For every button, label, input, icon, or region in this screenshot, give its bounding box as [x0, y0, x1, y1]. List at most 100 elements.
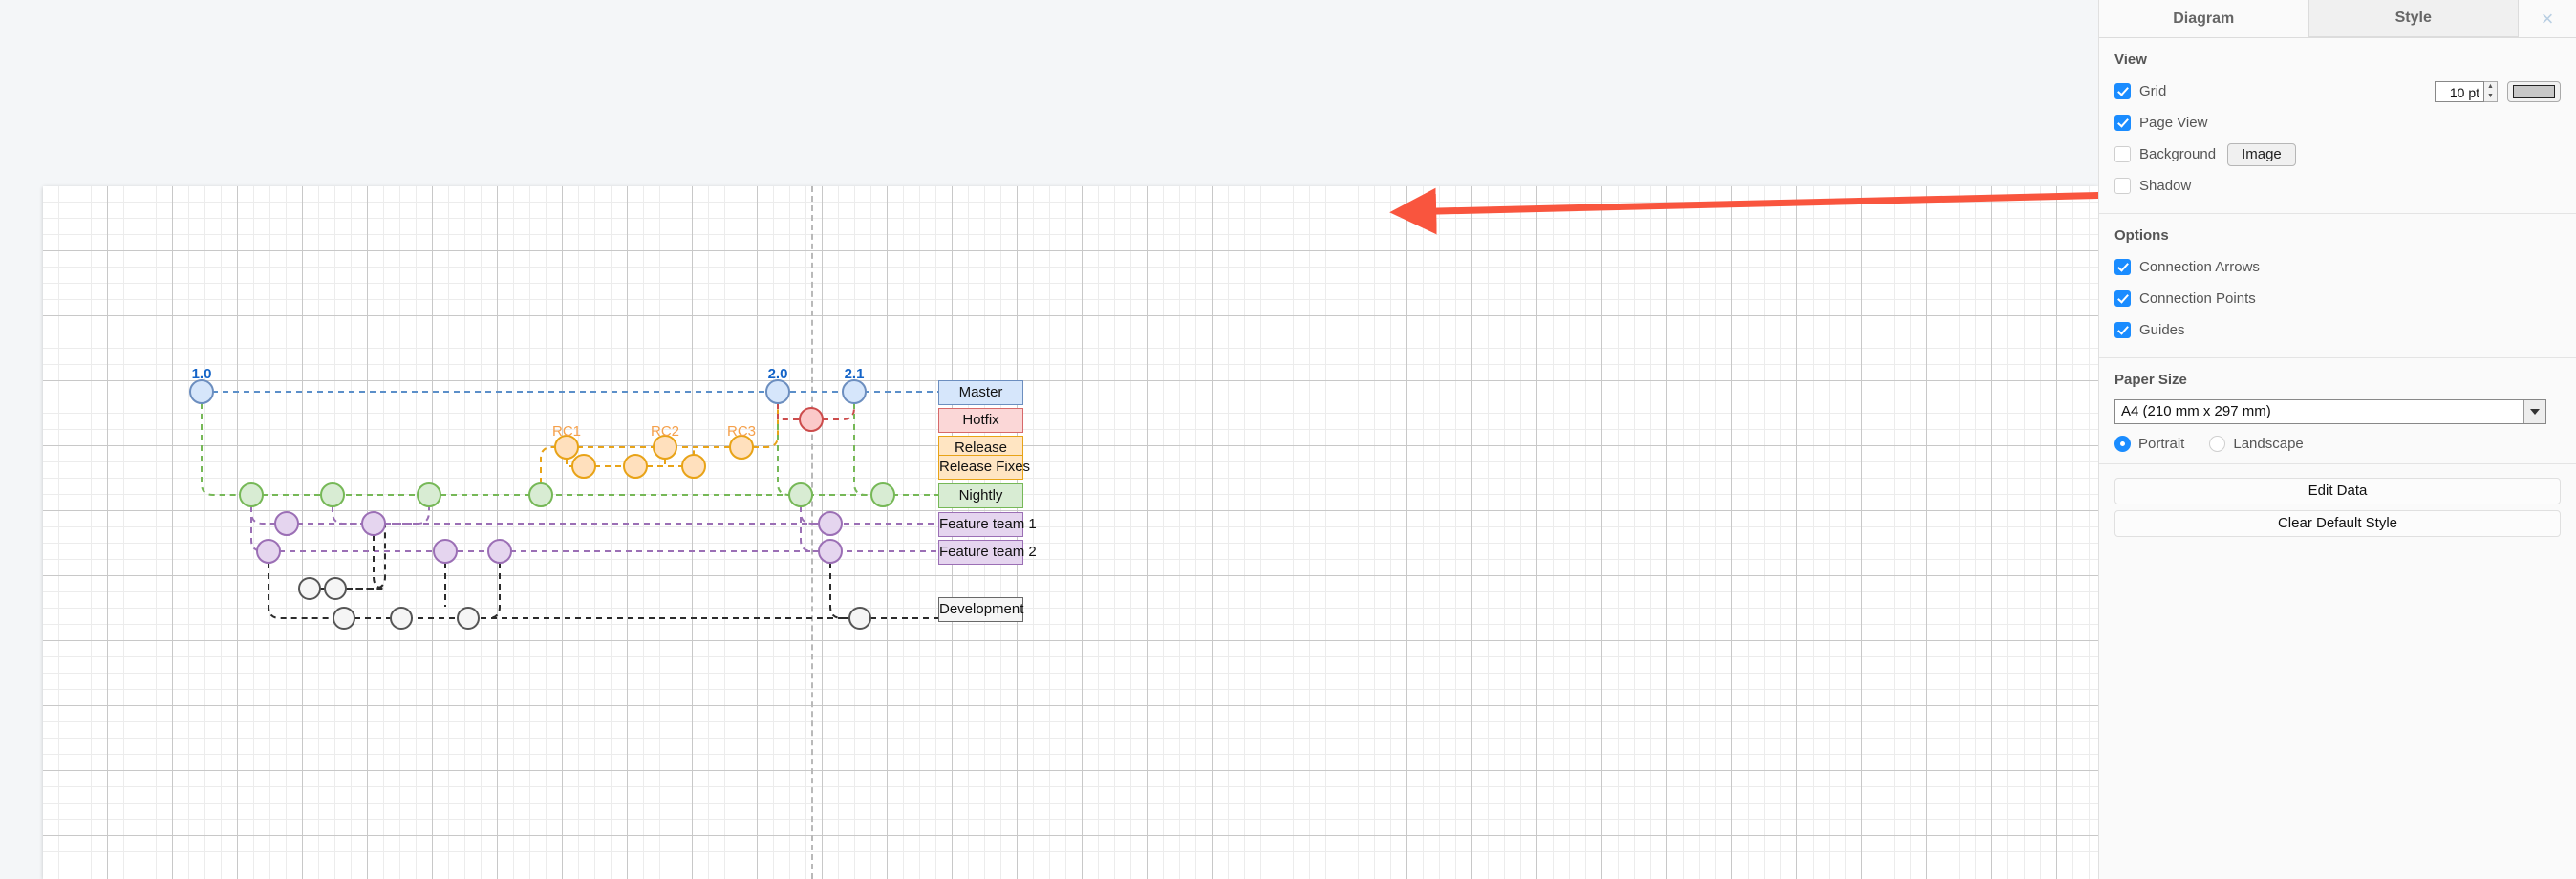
paper-size-select-wrap[interactable]: A4 (210 mm x 297 mm): [2099, 396, 2576, 430]
branch-box-feature-team-2[interactable]: Feature team 2: [938, 540, 1023, 565]
commit-node-release_fixes[interactable]: [572, 455, 595, 478]
commit-node-development2[interactable]: [333, 608, 354, 629]
connection-points-checkbox[interactable]: [2114, 290, 2131, 307]
branch-box-release-fixes[interactable]: Release Fixes: [938, 455, 1023, 480]
edge: [854, 403, 883, 495]
canvas-vertical-scrollbar[interactable]: [2079, 0, 2098, 879]
connection-arrows-row[interactable]: Connection Arrows: [2099, 251, 2576, 283]
paper-size-title: Paper Size: [2099, 358, 2576, 396]
commit-node-nightly[interactable]: [871, 483, 894, 506]
rc-label: RC3: [727, 423, 756, 440]
connection-arrows-label: Connection Arrows: [2139, 259, 2260, 275]
gitflow-diagram: [43, 186, 2098, 879]
background-image-button[interactable]: Image: [2227, 143, 2296, 166]
clear-default-style-button[interactable]: Clear Default Style: [2114, 510, 2561, 537]
commit-node-feature1[interactable]: [275, 512, 298, 535]
background-row[interactable]: Background Image: [2099, 139, 2576, 170]
commit-node-hotfix[interactable]: [800, 408, 823, 431]
tab-diagram[interactable]: Diagram: [2099, 0, 2308, 37]
page-view-checkbox[interactable]: [2114, 115, 2131, 131]
view-section-title: View: [2099, 38, 2576, 75]
panel-actions: Edit Data Clear Default Style: [2099, 464, 2576, 537]
page-view-label: Page View: [2139, 115, 2207, 131]
commit-node-nightly[interactable]: [418, 483, 440, 506]
branch-box-feature-team-1[interactable]: Feature team 1: [938, 512, 1023, 537]
branch-box-nightly[interactable]: Nightly: [938, 483, 1023, 508]
branch-box-development[interactable]: Development: [938, 597, 1023, 622]
guides-label: Guides: [2139, 322, 2185, 338]
paper-size-value: A4 (210 mm x 297 mm): [2121, 403, 2271, 419]
connection-points-label: Connection Points: [2139, 290, 2256, 307]
commit-node-feature1[interactable]: [819, 512, 842, 535]
guides-checkbox[interactable]: [2114, 322, 2131, 338]
grid-color-button[interactable]: [2507, 81, 2561, 102]
paper-size-select[interactable]: A4 (210 mm x 297 mm): [2114, 399, 2546, 424]
grid-size-control[interactable]: 10 pt ▲ ▼: [2435, 81, 2561, 102]
page-sheet[interactable]: 1.02.02.1RC1RC2RC3 MasterHotfixReleaseRe…: [43, 186, 2098, 879]
paper-size-section: Paper Size A4 (210 mm x 297 mm) Portrait…: [2099, 358, 2576, 464]
edit-data-button[interactable]: Edit Data: [2114, 478, 2561, 504]
branch-box-hotfix[interactable]: Hotfix: [938, 408, 1023, 433]
orientation-row[interactable]: Portrait Landscape: [2099, 430, 2576, 463]
background-checkbox[interactable]: [2114, 146, 2131, 162]
edge: [202, 403, 251, 495]
chevron-down-icon[interactable]: [2523, 400, 2545, 423]
panel-tabbar[interactable]: Diagram Style ×: [2099, 0, 2576, 38]
stepper-up-icon[interactable]: ▲: [2484, 82, 2497, 92]
commit-node-release_fixes[interactable]: [624, 455, 647, 478]
diagram-nodes: [190, 380, 894, 629]
commit-node-master[interactable]: [766, 380, 789, 403]
page-view-row[interactable]: Page View: [2099, 107, 2576, 139]
connection-arrows-checkbox[interactable]: [2114, 259, 2131, 275]
background-label: Background: [2139, 146, 2216, 162]
grid-size-stepper[interactable]: ▲ ▼: [2484, 81, 2498, 102]
grid-color-swatch: [2513, 85, 2555, 98]
commit-node-feature2[interactable]: [488, 540, 511, 563]
edge: [778, 403, 800, 419]
branch-box-master[interactable]: Master: [938, 380, 1023, 405]
grid-checkbox[interactable]: [2114, 83, 2131, 99]
options-section: Options Connection Arrows Connection Poi…: [2099, 214, 2576, 358]
connection-points-row[interactable]: Connection Points: [2099, 283, 2576, 314]
shadow-label: Shadow: [2139, 178, 2191, 194]
tab-style-label: Style: [2395, 10, 2432, 27]
commit-node-feature1[interactable]: [362, 512, 385, 535]
diagram-canvas[interactable]: 1.02.02.1RC1RC2RC3 MasterHotfixReleaseRe…: [0, 0, 2098, 879]
commit-node-feature2[interactable]: [257, 540, 280, 563]
landscape-radio[interactable]: [2209, 436, 2225, 452]
edge: [310, 535, 385, 589]
shadow-checkbox[interactable]: [2114, 178, 2131, 194]
grid-size-input[interactable]: 10 pt: [2435, 81, 2484, 102]
commit-node-development2[interactable]: [849, 608, 870, 629]
commit-node-nightly[interactable]: [529, 483, 552, 506]
commit-node-nightly[interactable]: [321, 483, 344, 506]
grid-row[interactable]: Grid 10 pt ▲ ▼: [2099, 75, 2576, 107]
portrait-label: Portrait: [2138, 436, 2184, 452]
stepper-down-icon[interactable]: ▼: [2484, 92, 2497, 101]
edge: [488, 563, 500, 618]
landscape-label: Landscape: [2233, 436, 2303, 452]
version-label: 2.0: [768, 366, 788, 382]
view-section: View Grid 10 pt ▲ ▼ Page View Background: [2099, 38, 2576, 214]
options-section-title: Options: [2099, 214, 2576, 251]
commit-node-nightly[interactable]: [240, 483, 263, 506]
commit-node-development[interactable]: [299, 578, 320, 599]
shadow-row[interactable]: Shadow: [2099, 170, 2576, 213]
close-icon[interactable]: ×: [2519, 0, 2576, 37]
commit-node-feature2[interactable]: [819, 540, 842, 563]
version-label: 2.1: [845, 366, 865, 382]
commit-node-master[interactable]: [190, 380, 213, 403]
tab-style[interactable]: Style: [2308, 0, 2520, 37]
commit-node-nightly[interactable]: [789, 483, 812, 506]
version-label: 1.0: [192, 366, 212, 382]
format-panel[interactable]: Diagram Style × View Grid 10 pt ▲ ▼: [2098, 0, 2576, 879]
commit-node-feature2[interactable]: [434, 540, 457, 563]
commit-node-development[interactable]: [325, 578, 346, 599]
close-icon-glyph: ×: [2542, 7, 2554, 32]
commit-node-master[interactable]: [843, 380, 866, 403]
commit-node-development2[interactable]: [458, 608, 479, 629]
commit-node-development2[interactable]: [391, 608, 412, 629]
guides-row[interactable]: Guides: [2099, 314, 2576, 357]
commit-node-release_fixes[interactable]: [682, 455, 705, 478]
portrait-radio[interactable]: [2114, 436, 2131, 452]
